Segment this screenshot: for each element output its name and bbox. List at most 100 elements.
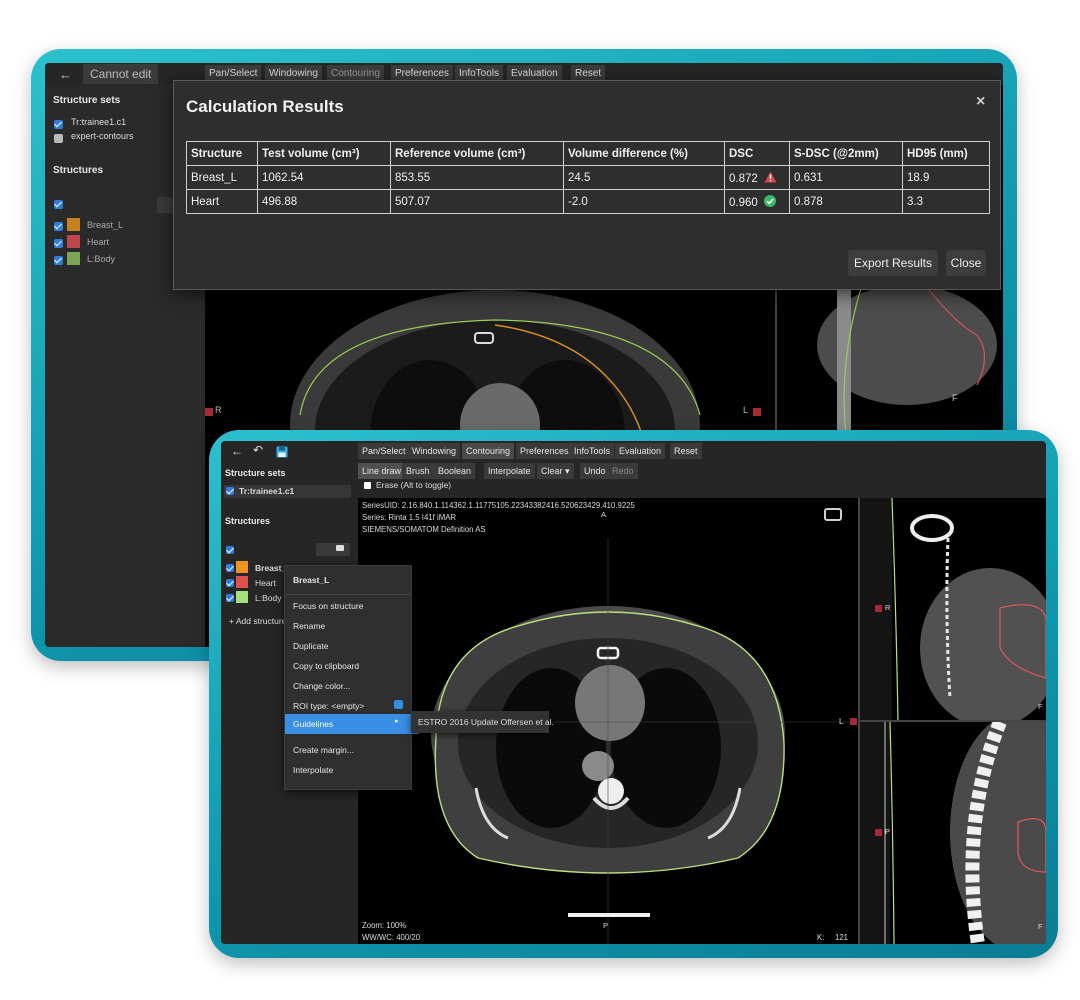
front-comment-button[interactable]	[316, 543, 350, 556]
menu-item-change-color[interactable]: Change color...	[285, 676, 419, 696]
tool-boolean[interactable]: Boolean	[434, 463, 476, 479]
undo-icon[interactable]: ↶	[253, 443, 263, 457]
right-p-marker	[875, 829, 882, 836]
back-structure-swatch-3[interactable]	[67, 252, 80, 265]
menu-item-rename[interactable]: Rename	[285, 616, 419, 636]
back-structure-label-3[interactable]: L:Body	[87, 254, 115, 264]
front-menu-windowing[interactable]: Windowing	[408, 443, 461, 459]
header-hd95: HD95 (mm)	[902, 141, 990, 166]
guidelines-submenu: ESTRO 2016 Update Offersen et al.	[411, 711, 554, 733]
tool-brush[interactable]: Brush	[402, 463, 434, 479]
header-structure: Structure	[186, 141, 258, 166]
anterior-label: A	[601, 510, 607, 519]
menu-item-focus[interactable]: Focus on structure	[285, 596, 419, 616]
front-menu-bar: Pan/Select Windowing Contouring Preferen…	[358, 443, 718, 459]
front-structures-all-checkbox[interactable]	[226, 546, 234, 554]
dsc-value: 0.872	[729, 172, 758, 185]
window-level-readout: WW/WC: 400/20	[362, 933, 421, 942]
zoom-readout: Zoom: 100%	[362, 921, 407, 930]
table-row: Heart 496.88 507.07 -2.0 0.960 0.878 3.3	[186, 189, 990, 214]
front-menu-infotools[interactable]: InfoTools	[570, 443, 615, 459]
back-structure-label-1[interactable]: Breast_L	[87, 220, 123, 230]
series-uid-overlay: SeriesUID: 2.16.840.1.114362.1.11775105.…	[362, 501, 635, 510]
menu-item-duplicate[interactable]: Duplicate	[285, 636, 419, 656]
menu-item-interpolate[interactable]: Interpolate	[285, 760, 419, 780]
cell-structure: Heart	[186, 189, 258, 214]
close-button[interactable]: Close	[946, 250, 986, 276]
back-structure-swatch-1[interactable]	[67, 218, 80, 231]
back-r-label: R	[215, 405, 222, 415]
front-menu-contouring[interactable]: Contouring	[462, 443, 515, 459]
front-structure-checkbox-1[interactable]	[226, 564, 234, 572]
front-structure-swatch-2[interactable]	[236, 576, 248, 588]
back-structure-label-2[interactable]: Heart	[87, 237, 109, 247]
tool-clear[interactable]: Clear ▾	[537, 463, 574, 479]
front-structure-checkbox-2[interactable]	[226, 579, 234, 587]
back-structures-all-checkbox[interactable]	[54, 200, 63, 209]
front-structure-set[interactable]: Tr:trainee1.c1	[239, 486, 294, 496]
erase-checkbox[interactable]	[364, 482, 371, 489]
submenu-item-estro[interactable]: ESTRO 2016 Update Offersen et al.	[418, 717, 554, 727]
export-results-button[interactable]: Export Results	[848, 250, 938, 276]
header-dsc: DSC	[724, 141, 790, 166]
check-circle-icon	[763, 194, 776, 207]
front-structure-set-checkbox[interactable]	[226, 487, 234, 495]
structure-context-menu: Breast_L Focus on structure Rename Dupli…	[284, 565, 419, 790]
series-name-overlay: Series: Rinta 1.5 I41f iMAR	[362, 513, 457, 522]
results-table: Structure Test volume (cm³) Reference vo…	[186, 141, 990, 214]
front-sagittal-viewport[interactable]: R F	[860, 498, 1046, 720]
dialog-close-icon[interactable]: ×	[976, 93, 985, 111]
left-marker	[850, 718, 857, 725]
header-reference-volume: Reference volume (cm³)	[390, 141, 564, 166]
right-r-marker	[875, 605, 882, 612]
erase-label: Erase (Alt to toggle)	[376, 480, 452, 490]
back-structures-title: Structures	[53, 165, 104, 176]
cell-volume-difference: 24.5	[563, 165, 725, 190]
back-structure-set-checkbox-1[interactable]	[54, 120, 63, 129]
back-structure-checkbox-3[interactable]	[54, 256, 63, 265]
add-structure-button[interactable]: + Add structure	[229, 616, 286, 626]
front-menu-preferences[interactable]: Preferences	[516, 443, 573, 459]
left-label: L	[839, 717, 844, 726]
slice-label: K:	[817, 933, 825, 942]
front-structure-label-3[interactable]: L:Body	[255, 593, 281, 603]
cell-reference-volume: 507.07	[390, 189, 564, 214]
front-structure-sets-title: Structure sets	[225, 468, 286, 478]
front-menu-reset[interactable]: Reset	[670, 443, 702, 459]
cell-test-volume: 496.88	[257, 189, 391, 214]
back-structure-checkbox-1[interactable]	[54, 222, 63, 231]
contour-toolbar: Line draw Brush Boolean Interpolate Clea…	[358, 463, 658, 479]
cell-test-volume: 1062.54	[257, 165, 391, 190]
tool-interpolate[interactable]: Interpolate	[484, 463, 535, 479]
front-structure-swatch-1[interactable]	[236, 561, 248, 573]
tool-line-draw[interactable]: Line draw	[358, 463, 406, 479]
back-structure-checkbox-2[interactable]	[54, 239, 63, 248]
back-structure-set-2[interactable]: expert-contours	[71, 131, 134, 141]
cell-structure: Breast_L	[186, 165, 258, 190]
save-icon[interactable]	[276, 446, 288, 458]
front-structure-swatch-3[interactable]	[236, 591, 248, 603]
back-arrow-icon[interactable]: ←	[231, 444, 243, 458]
cannot-edit-label: Cannot edit	[83, 64, 159, 84]
back-arrow-icon[interactable]: ←	[59, 67, 72, 82]
front-structure-checkbox-3[interactable]	[226, 594, 234, 602]
front-menu-evaluation[interactable]: Evaluation	[615, 443, 666, 459]
calculation-results-dialog: Calculation Results × Structure Test vol…	[173, 80, 1001, 290]
menu-item-create-margin[interactable]: Create margin...	[285, 740, 419, 760]
header-volume-difference: Volume difference (%)	[563, 141, 725, 166]
tool-undo[interactable]: Undo	[580, 463, 610, 479]
front-menu-pan-select[interactable]: Pan/Select	[358, 443, 410, 459]
right-f-label-2: F	[1038, 922, 1043, 931]
back-structure-swatch-2[interactable]	[67, 235, 80, 248]
front-structure-label-2[interactable]: Heart	[255, 578, 276, 588]
right-f-label: F	[1038, 702, 1043, 711]
monitor-icon[interactable]	[824, 508, 842, 521]
results-header-row: Structure Test volume (cm³) Reference vo…	[186, 141, 990, 166]
front-structures-title: Structures	[225, 516, 271, 526]
tool-redo[interactable]: Redo	[608, 463, 638, 479]
back-structure-set-checkbox-2[interactable]	[54, 134, 63, 143]
back-structure-set-1[interactable]: Tr:trainee1.c1	[71, 117, 126, 127]
context-menu-title: Breast_L	[293, 575, 330, 585]
menu-item-copy[interactable]: Copy to clipboard	[285, 656, 419, 676]
front-coronal-viewport[interactable]: P F	[860, 722, 1046, 944]
